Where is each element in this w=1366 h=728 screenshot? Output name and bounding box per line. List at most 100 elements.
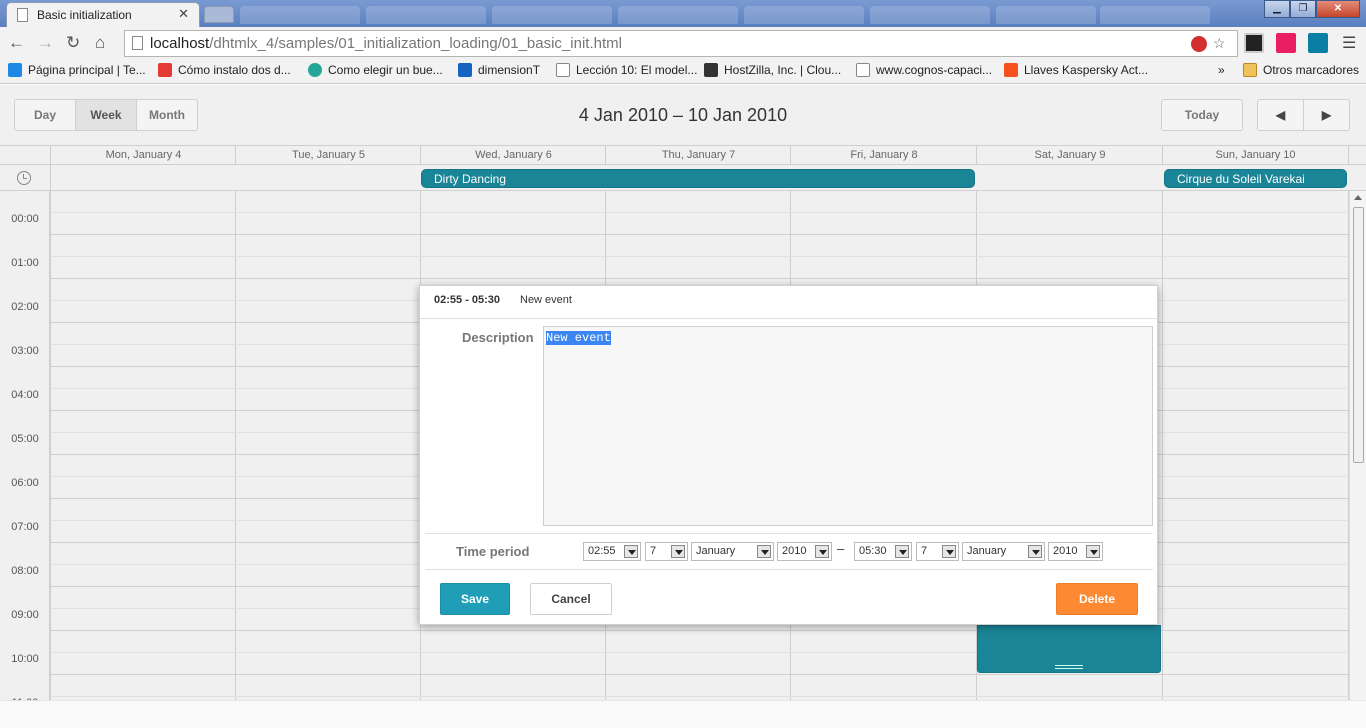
chevron-down-icon <box>671 545 685 558</box>
hour-label: 08:00 <box>11 565 39 577</box>
day-header: Sun, January 10 <box>1162 146 1349 166</box>
grid-hour-line <box>50 674 1349 675</box>
star-icon[interactable]: ☆ <box>1213 35 1226 52</box>
scroll-up-icon[interactable] <box>1354 195 1362 200</box>
tab-title: Basic initialization <box>37 8 132 22</box>
window-controls: ▁ ❐ ✕ <box>1264 0 1360 18</box>
day-header: Tue, January 5 <box>235 146 421 166</box>
selected-event-block[interactable] <box>977 625 1161 673</box>
grid-half-hour-line <box>50 696 1349 697</box>
description-textarea[interactable]: New event <box>543 326 1153 526</box>
bookmark-item[interactable]: Página principal | Te... <box>8 63 146 77</box>
grid-hour-line <box>50 278 1349 279</box>
bookmark-item[interactable]: www.cognos-capaci... <box>856 63 992 77</box>
extension-icon[interactable] <box>1276 33 1296 53</box>
adblock-icon[interactable] <box>1191 36 1207 52</box>
browser-tab[interactable] <box>870 6 990 24</box>
browser-tab[interactable] <box>996 6 1096 24</box>
address-bar[interactable]: localhost/dhtmlx_4/samples/01_initializa… <box>124 30 1238 57</box>
browser-tab[interactable] <box>618 6 738 24</box>
bookmark-item[interactable]: dimensionT <box>458 63 540 77</box>
chevron-down-icon <box>815 545 829 558</box>
divider <box>425 533 1153 534</box>
hour-label: 02:00 <box>11 301 39 313</box>
browser-tab-strip: Basic initialization ✕ ▁ ❐ ✕ <box>0 0 1366 27</box>
end-day-select[interactable]: 7 <box>916 542 959 561</box>
new-tab-button[interactable] <box>204 6 234 23</box>
extension-icon[interactable] <box>1308 33 1328 53</box>
prev-button[interactable]: ◀ <box>1257 99 1304 131</box>
event-lightbox: 02:55 - 05:30 New event Description New … <box>419 285 1158 625</box>
bookmark-icon <box>704 63 718 77</box>
today-button[interactable]: Today <box>1161 99 1243 131</box>
browser-tab[interactable] <box>240 6 360 24</box>
bookmark-icon <box>308 63 322 77</box>
chevron-down-icon <box>1086 545 1100 558</box>
bookmark-item[interactable]: HostZilla, Inc. | Clou... <box>704 63 841 77</box>
grid-column-line <box>50 191 51 728</box>
bookmark-icon <box>8 63 22 77</box>
bookmark-item[interactable]: Lección 10: El model... <box>556 63 697 77</box>
minimize-button[interactable]: ▁ <box>1264 0 1290 18</box>
browser-tab[interactable] <box>492 6 612 24</box>
home-icon[interactable]: ⌂ <box>95 33 105 53</box>
browser-tab[interactable] <box>366 6 486 24</box>
page-bottom <box>0 700 1366 728</box>
browser-tab-active[interactable]: Basic initialization ✕ <box>6 2 200 27</box>
grid-half-hour-line <box>50 256 1349 257</box>
hour-label: 06:00 <box>11 477 39 489</box>
all-day-event[interactable]: Dirty Dancing <box>421 169 975 188</box>
save-button[interactable]: Save <box>440 583 510 615</box>
delete-button[interactable]: Delete <box>1056 583 1138 615</box>
chevron-down-icon <box>757 545 771 558</box>
grid-hour-line <box>50 234 1349 235</box>
grid-column-line <box>1162 191 1163 728</box>
lightbox-title: New event <box>520 294 572 306</box>
lightbox-time: 02:55 - 05:30 <box>434 294 501 306</box>
maximize-button[interactable]: ❐ <box>1290 0 1316 18</box>
url-host: localhost <box>150 35 210 52</box>
bookmark-item[interactable]: Como elegir un bue... <box>308 63 443 77</box>
scroll-thumb[interactable] <box>1353 207 1364 463</box>
end-time-select[interactable]: 05:30 <box>854 542 912 561</box>
browser-tab[interactable] <box>744 6 864 24</box>
resize-handle[interactable] <box>1055 665 1083 669</box>
close-window-button[interactable]: ✕ <box>1316 0 1360 18</box>
hour-label: 00:00 <box>11 213 39 225</box>
tab-close-icon[interactable]: ✕ <box>178 6 189 22</box>
bookmarks-more-button[interactable]: » <box>1218 63 1225 77</box>
reload-icon[interactable]: ↻ <box>66 33 80 53</box>
start-day-select[interactable]: 7 <box>645 542 688 561</box>
time-scale: 00:00 01:00 02:00 03:00 04:00 05:00 06:0… <box>0 191 50 728</box>
hour-label: 03:00 <box>11 345 39 357</box>
chevron-down-icon <box>895 545 909 558</box>
time-period-label: Time period <box>456 544 530 559</box>
vertical-scrollbar[interactable] <box>1349 191 1366 728</box>
all-day-event[interactable]: Cirque du Soleil Varekai <box>1164 169 1347 188</box>
browser-tab[interactable] <box>1100 6 1210 24</box>
chevron-down-icon <box>624 545 638 558</box>
url-path: /dhtmlx_4/samples/01_initialization_load… <box>209 35 622 52</box>
all-day-row: Dirty Dancing Cirque du Soleil Varekai <box>0 165 1366 191</box>
divider <box>425 569 1153 570</box>
other-bookmarks-folder[interactable]: Otros marcadores <box>1243 63 1359 77</box>
menu-icon[interactable]: ☰ <box>1342 33 1356 53</box>
day-header: Sat, January 9 <box>976 146 1163 166</box>
end-month-select[interactable]: January <box>962 542 1045 561</box>
cancel-button[interactable]: Cancel <box>530 583 612 615</box>
start-month-select[interactable]: January <box>691 542 774 561</box>
lightbox-header: 02:55 - 05:30 New event <box>420 286 1157 319</box>
bookmark-item[interactable]: Llaves Kaspersky Act... <box>1004 63 1148 77</box>
folder-icon <box>1243 63 1257 77</box>
extension-icon[interactable] <box>1244 33 1264 53</box>
bookmark-icon <box>856 63 870 77</box>
day-header: Wed, January 6 <box>420 146 606 166</box>
start-year-select[interactable]: 2010 <box>777 542 832 561</box>
forward-icon[interactable]: → <box>37 33 54 53</box>
bookmark-item[interactable]: Cómo instalo dos d... <box>158 63 291 77</box>
start-time-select[interactable]: 02:55 <box>583 542 641 561</box>
back-icon[interactable]: ← <box>8 33 25 53</box>
day-header: Fri, January 8 <box>790 146 977 166</box>
end-year-select[interactable]: 2010 <box>1048 542 1103 561</box>
next-button[interactable]: ▶ <box>1303 99 1350 131</box>
